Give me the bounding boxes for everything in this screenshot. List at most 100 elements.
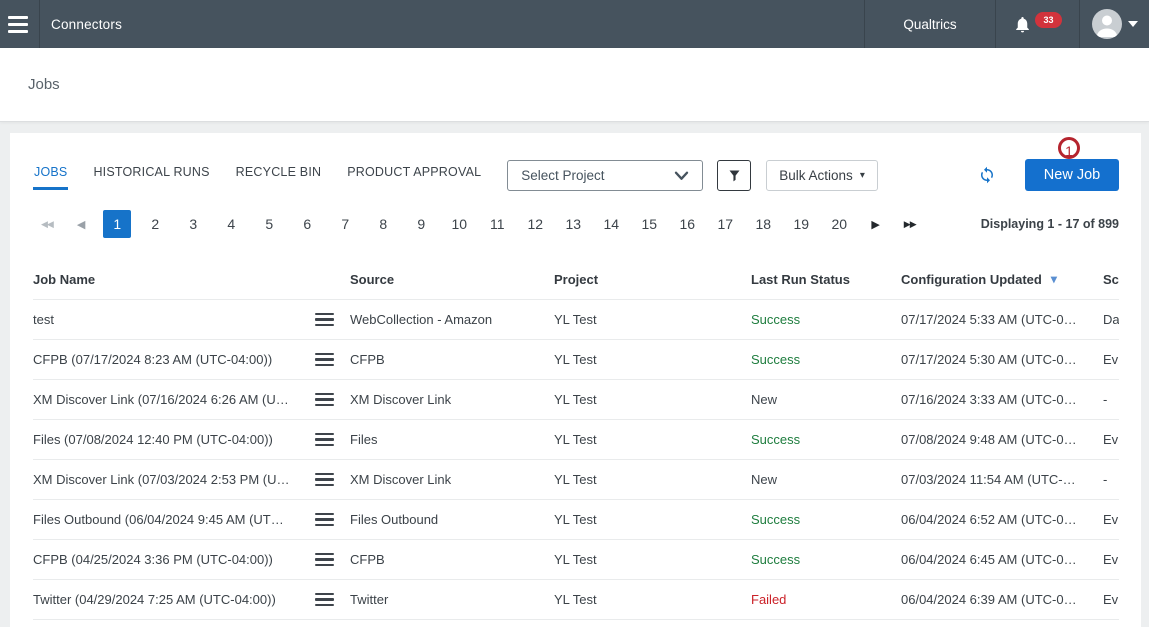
- page-button[interactable]: 7: [331, 210, 359, 238]
- table-header: Job Name Source Project Last Run Status …: [33, 259, 1119, 300]
- row-menu-icon[interactable]: [315, 592, 337, 608]
- job-project: YL Test: [554, 592, 751, 607]
- page-button[interactable]: 5: [255, 210, 283, 238]
- table-row: CFPB (04/25/2024 3:36 PM (UTC-04:00)) CF…: [33, 540, 1119, 580]
- last-page-button[interactable]: ▶▶: [898, 219, 922, 230]
- job-status: Success: [751, 312, 901, 327]
- page-button[interactable]: 6: [293, 210, 321, 238]
- page-button[interactable]: 13: [559, 210, 587, 238]
- job-updated: 06/04/2024 6:52 AM (UTC-0…: [901, 512, 1103, 527]
- table-row: Files Outbound (06/04/2024 9:45 AM (UT… …: [33, 500, 1119, 540]
- job-updated: 07/16/2024 3:33 AM (UTC-0…: [901, 392, 1103, 407]
- tab[interactable]: JOBS: [33, 161, 68, 190]
- job-updated: 06/04/2024 6:39 AM (UTC-0…: [901, 592, 1103, 607]
- bulk-actions-button[interactable]: Bulk Actions ▾: [766, 160, 878, 191]
- column-last-run-status: Last Run Status: [751, 272, 901, 287]
- chevron-down-icon: [674, 170, 689, 181]
- job-name: Files Outbound (06/04/2024 9:45 AM (UT…: [33, 512, 313, 527]
- page-list: 1 2 3 4 5 6 7 8 9 10 11 12: [103, 210, 853, 238]
- topbar-divider: [39, 0, 40, 48]
- page-button[interactable]: 3: [179, 210, 207, 238]
- page-button[interactable]: 9: [407, 210, 435, 238]
- job-updated: 07/17/2024 5:30 AM (UTC-0…: [901, 352, 1103, 367]
- column-job-name: Job Name: [33, 272, 350, 287]
- job-source: WebCollection - Amazon: [350, 312, 554, 327]
- page-button[interactable]: 1: [103, 210, 131, 238]
- sort-desc-icon: ▾: [1051, 272, 1057, 286]
- page-button[interactable]: 14: [597, 210, 625, 238]
- job-source: Twitter: [350, 592, 554, 607]
- filter-icon: [727, 168, 742, 183]
- job-schedule: -: [1103, 392, 1119, 407]
- new-job-button[interactable]: New Job: [1025, 159, 1119, 191]
- page-button[interactable]: 11: [483, 210, 511, 238]
- column-source: Source: [350, 272, 554, 287]
- job-status: New: [751, 472, 901, 487]
- notifications-button[interactable]: 33: [995, 0, 1079, 48]
- annotation-step-1-badge: 1: [1058, 137, 1080, 159]
- row-menu-icon[interactable]: [315, 472, 337, 488]
- caret-down-icon: [1128, 21, 1138, 27]
- job-name: test: [33, 312, 313, 327]
- table-row: test WebCollection - Amazon YL Test Succ…: [33, 300, 1119, 340]
- jobs-panel: JOBS HISTORICAL RUNS RECYCLE BIN PRODUCT…: [10, 133, 1141, 627]
- page-button[interactable]: 18: [749, 210, 777, 238]
- topbar: Connectors Qualtrics 33: [0, 0, 1149, 48]
- job-updated: 07/08/2024 9:48 AM (UTC-0…: [901, 432, 1103, 447]
- page-button[interactable]: 17: [711, 210, 739, 238]
- user-menu[interactable]: [1079, 0, 1149, 48]
- next-page-button[interactable]: ▶: [865, 218, 885, 231]
- page-button[interactable]: 16: [673, 210, 701, 238]
- page-button[interactable]: 19: [787, 210, 815, 238]
- job-status: New: [751, 392, 901, 407]
- tab[interactable]: RECYCLE BIN: [235, 161, 323, 190]
- page-button[interactable]: 20: [825, 210, 853, 238]
- job-project: YL Test: [554, 392, 751, 407]
- hamburger-menu-icon[interactable]: [5, 11, 31, 37]
- job-status: Success: [751, 512, 901, 527]
- page-button[interactable]: 12: [521, 210, 549, 238]
- bulk-actions-label: Bulk Actions: [779, 168, 853, 183]
- row-menu-icon[interactable]: [315, 392, 337, 408]
- job-schedule: Ev: [1103, 432, 1119, 447]
- brand-menu[interactable]: Qualtrics: [864, 0, 995, 48]
- job-status: Success: [751, 432, 901, 447]
- project-select[interactable]: Select Project: [507, 160, 703, 191]
- job-name: XM Discover Link (07/16/2024 6:26 AM (U…: [33, 392, 313, 407]
- page-button[interactable]: 10: [445, 210, 473, 238]
- job-project: YL Test: [554, 312, 751, 327]
- row-menu-icon[interactable]: [315, 312, 337, 328]
- page-button[interactable]: 8: [369, 210, 397, 238]
- job-updated: 07/03/2024 11:54 AM (UTC-…: [901, 472, 1103, 487]
- row-menu-icon[interactable]: [315, 552, 337, 568]
- column-schedule: Sc: [1103, 272, 1119, 287]
- bell-icon: [1013, 15, 1032, 34]
- new-job-wrap: New Job 1: [1025, 159, 1119, 191]
- page-button[interactable]: 15: [635, 210, 663, 238]
- filter-button[interactable]: [717, 160, 751, 191]
- job-project: YL Test: [554, 552, 751, 567]
- job-source: CFPB: [350, 352, 554, 367]
- refresh-icon: [978, 166, 996, 184]
- first-page-button[interactable]: ◀◀: [35, 219, 59, 230]
- column-project: Project: [554, 272, 751, 287]
- bulk-actions-caret-icon: ▾: [860, 170, 865, 181]
- previous-page-button[interactable]: ◀: [71, 218, 91, 231]
- column-configuration-updated[interactable]: Configuration Updated ▾: [901, 272, 1103, 287]
- row-menu-icon[interactable]: [315, 432, 337, 448]
- job-schedule: Ev: [1103, 352, 1119, 367]
- page-button[interactable]: 4: [217, 210, 245, 238]
- page-button[interactable]: 2: [141, 210, 169, 238]
- notification-badge: 33: [1035, 12, 1062, 28]
- tab[interactable]: HISTORICAL RUNS: [92, 161, 210, 190]
- job-status: Failed: [751, 592, 901, 607]
- job-name: Twitter (04/29/2024 7:25 AM (UTC-04:00)): [33, 592, 313, 607]
- tab[interactable]: PRODUCT APPROVAL: [346, 161, 482, 190]
- row-menu-icon[interactable]: [315, 512, 337, 528]
- row-menu-icon[interactable]: [315, 352, 337, 368]
- table-row: XM Discover Link (07/16/2024 6:26 AM (U……: [33, 380, 1119, 420]
- job-status: Success: [751, 352, 901, 367]
- refresh-button[interactable]: [978, 166, 996, 184]
- topbar-right: Qualtrics 33: [864, 0, 1149, 48]
- job-schedule: Ev: [1103, 552, 1119, 567]
